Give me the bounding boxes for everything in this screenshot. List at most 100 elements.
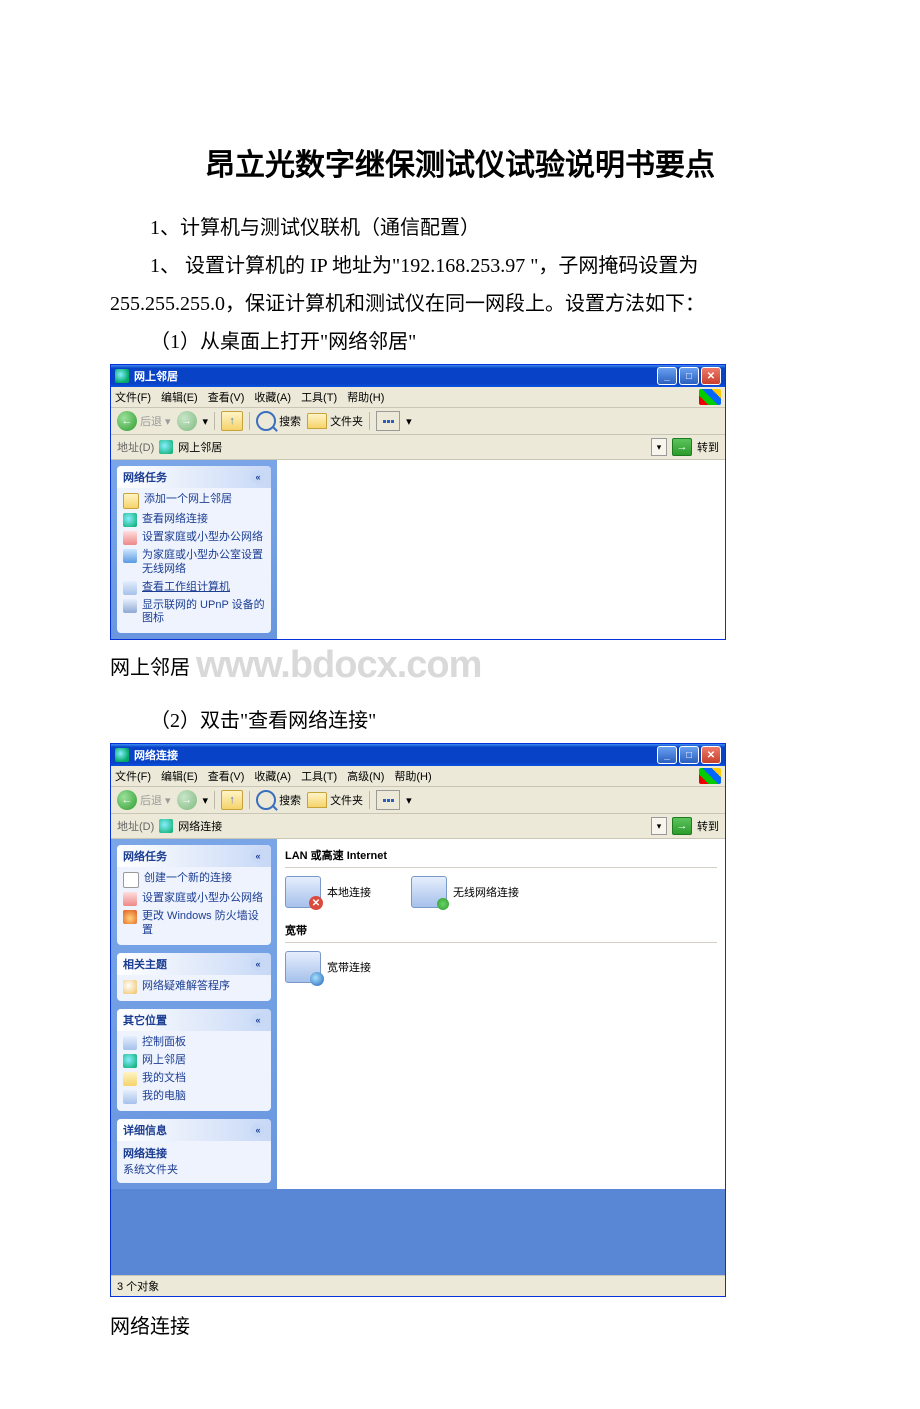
- address-dropdown[interactable]: ▾: [651, 438, 667, 456]
- watermark: www.bdocx.com: [196, 644, 481, 687]
- search-label: 搜索: [279, 413, 301, 429]
- search-label: 搜索: [279, 792, 301, 808]
- chevron-up-icon: «: [251, 470, 265, 484]
- separator: [369, 791, 370, 809]
- paragraph-1: 1、计算机与测试仪联机（通信配置）: [110, 212, 810, 244]
- group-lan-header: LAN 或高速 Internet: [285, 845, 717, 867]
- maximize-button[interactable]: □: [679, 746, 699, 764]
- connection-label: 本地连接: [327, 884, 371, 900]
- go-label: 转到: [697, 439, 719, 455]
- connection-local[interactable]: 本地连接: [285, 876, 371, 908]
- side-panel: 网络任务 « 创建一个新的连接 设置家庭或小型办公网络 更改 Windows 防…: [111, 839, 277, 1189]
- task-network-neighborhood[interactable]: 网上邻居: [123, 1054, 265, 1068]
- panel-header[interactable]: 其它位置 «: [117, 1009, 271, 1031]
- panel-header[interactable]: 网络任务 «: [117, 466, 271, 488]
- menu-tools[interactable]: 工具(T): [301, 389, 337, 405]
- task-troubleshoot[interactable]: 网络疑难解答程序: [123, 980, 265, 994]
- go-button[interactable]: →: [672, 817, 692, 835]
- task-view-workgroup[interactable]: 查看工作组计算机: [123, 581, 265, 595]
- search-icon: [256, 411, 276, 431]
- panel-header[interactable]: 网络任务 «: [117, 845, 271, 867]
- connection-label: 无线网络连接: [453, 884, 519, 900]
- views-button[interactable]: [376, 790, 400, 810]
- task-firewall[interactable]: 更改 Windows 防火墙设置: [123, 910, 265, 938]
- task-view-connections[interactable]: 查看网络连接: [123, 513, 265, 527]
- menu-help[interactable]: 帮助(H): [394, 768, 431, 784]
- panel-title: 网络任务: [123, 469, 167, 485]
- wireless-icon: [123, 549, 137, 563]
- forward-button[interactable]: →: [177, 411, 197, 431]
- window-title: 网上邻居: [134, 368, 178, 384]
- close-button[interactable]: ✕: [701, 746, 721, 764]
- task-show-upnp[interactable]: 显示联网的 UPnP 设备的图标: [123, 599, 265, 627]
- computer-icon: [123, 1090, 137, 1104]
- go-button[interactable]: →: [672, 438, 692, 456]
- menu-file[interactable]: 文件(F): [115, 768, 151, 784]
- wireless-icon: [411, 876, 447, 908]
- back-button[interactable]: ← 后退 ▾: [117, 790, 171, 810]
- side-panel: 网络任务 « 添加一个网上邻居 查看网络连接 设置家庭或小型办公网络 为家庭或小…: [111, 460, 277, 639]
- firewall-icon: [123, 910, 137, 924]
- views-button[interactable]: [376, 411, 400, 431]
- content-area: [277, 460, 725, 639]
- close-button[interactable]: ✕: [701, 367, 721, 385]
- separator: [369, 412, 370, 430]
- caption-2: 网络连接: [110, 1311, 810, 1343]
- address-text[interactable]: 网上邻居: [178, 439, 222, 455]
- up-button[interactable]: ↑: [221, 790, 243, 810]
- task-setup-home[interactable]: 设置家庭或小型办公网络: [123, 892, 265, 906]
- panel-header[interactable]: 相关主题 «: [117, 953, 271, 975]
- menu-file[interactable]: 文件(F): [115, 389, 151, 405]
- menubar: 文件(F) 编辑(E) 查看(V) 收藏(A) 工具(T) 高级(N) 帮助(H…: [111, 766, 725, 787]
- address-text[interactable]: 网络连接: [178, 818, 222, 834]
- connection-broadband[interactable]: 宽带连接: [285, 951, 371, 983]
- folders-button[interactable]: 文件夹: [307, 413, 363, 429]
- panel-other-places: 其它位置 « 控制面板 网上邻居 我的文档 我的电脑: [117, 1009, 271, 1111]
- up-button[interactable]: ↑: [221, 411, 243, 431]
- connection-label: 宽带连接: [327, 959, 371, 975]
- menubar: 文件(F) 编辑(E) 查看(V) 收藏(A) 工具(T) 帮助(H): [111, 387, 725, 408]
- menu-favorites[interactable]: 收藏(A): [254, 389, 291, 405]
- search-button[interactable]: 搜索: [256, 411, 301, 431]
- task-setup-home[interactable]: 设置家庭或小型办公网络: [123, 531, 265, 545]
- menu-advanced[interactable]: 高级(N): [347, 768, 384, 784]
- address-dropdown[interactable]: ▾: [651, 817, 667, 835]
- group-broadband-header: 宽带: [285, 920, 717, 942]
- folders-button[interactable]: 文件夹: [307, 792, 363, 808]
- panel-network-tasks: 网络任务 « 创建一个新的连接 设置家庭或小型办公网络 更改 Windows 防…: [117, 845, 271, 945]
- search-button[interactable]: 搜索: [256, 790, 301, 810]
- connection-wireless[interactable]: 无线网络连接: [411, 876, 519, 908]
- menu-favorites[interactable]: 收藏(A): [254, 768, 291, 784]
- menu-tools[interactable]: 工具(T): [301, 768, 337, 784]
- minimize-button[interactable]: _: [657, 746, 677, 764]
- back-button[interactable]: ← 后退 ▾: [117, 411, 171, 431]
- chevron-up-icon: «: [251, 957, 265, 971]
- page-title: 昂立光数字继保测试仪试验说明书要点: [110, 140, 810, 184]
- task-setup-wireless[interactable]: 为家庭或小型办公室设置无线网络: [123, 549, 265, 577]
- new-connection-icon: [123, 872, 139, 888]
- menu-view[interactable]: 查看(V): [208, 389, 245, 405]
- menu-view[interactable]: 查看(V): [208, 768, 245, 784]
- chevron-up-icon: «: [251, 1013, 265, 1027]
- menu-edit[interactable]: 编辑(E): [161, 389, 198, 405]
- menu-edit[interactable]: 编辑(E): [161, 768, 198, 784]
- workgroup-icon: [123, 581, 137, 595]
- content-area: LAN 或高速 Internet 本地连接 无线网络连接 宽带: [277, 839, 725, 1189]
- minimize-button[interactable]: _: [657, 367, 677, 385]
- task-control-panel[interactable]: 控制面板: [123, 1036, 265, 1050]
- task-my-computer[interactable]: 我的电脑: [123, 1090, 265, 1104]
- task-my-documents[interactable]: 我的文档: [123, 1072, 265, 1086]
- menu-help[interactable]: 帮助(H): [347, 389, 384, 405]
- detail-type: 系统文件夹: [123, 1164, 178, 1176]
- home-network-icon: [123, 531, 137, 545]
- task-add-place[interactable]: 添加一个网上邻居: [123, 493, 265, 509]
- address-label: 地址(D): [117, 818, 154, 834]
- folder-icon: [307, 792, 327, 808]
- broadband-icon: [285, 951, 321, 983]
- forward-button[interactable]: →: [177, 790, 197, 810]
- task-new-connection[interactable]: 创建一个新的连接: [123, 872, 265, 888]
- maximize-button[interactable]: □: [679, 367, 699, 385]
- paragraph-2a: 1、 设置计算机的 IP 地址为"192.168.253.97 "，子网掩码设置…: [110, 250, 810, 282]
- side-panel-continued: [111, 1189, 725, 1275]
- panel-header[interactable]: 详细信息 «: [117, 1119, 271, 1141]
